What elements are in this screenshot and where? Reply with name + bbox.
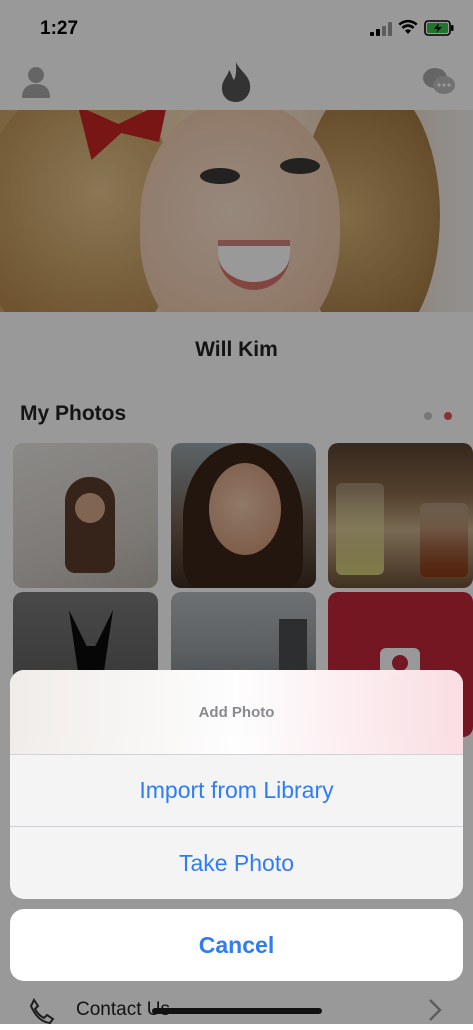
take-photo-button[interactable]: Take Photo: [10, 827, 463, 899]
cancel-button[interactable]: Cancel: [10, 909, 463, 981]
import-from-library-button[interactable]: Import from Library: [10, 754, 463, 827]
home-indicator[interactable]: [152, 1008, 322, 1014]
add-photo-action-sheet: Add Photo Import from Library Take Photo: [10, 670, 463, 899]
action-sheet-title: Add Photo: [10, 670, 463, 755]
